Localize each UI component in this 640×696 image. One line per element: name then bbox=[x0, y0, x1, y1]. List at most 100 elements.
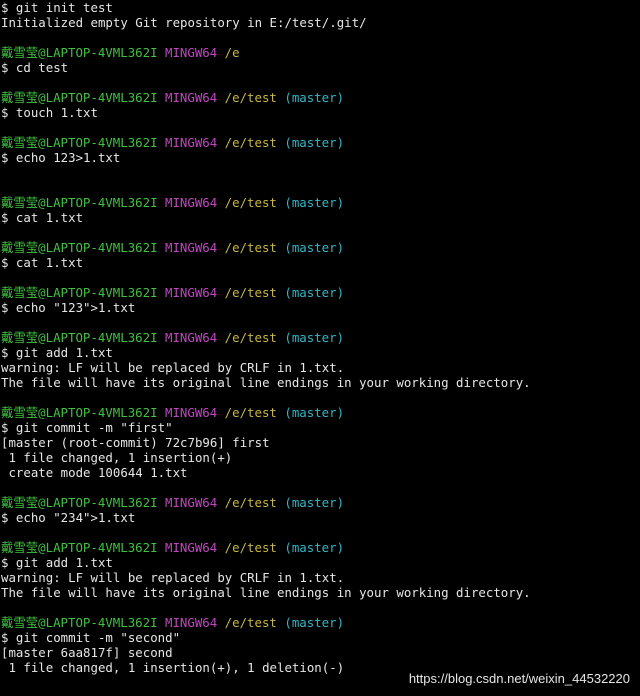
prompt-path: /e/test bbox=[217, 330, 277, 345]
command-line: $ git commit -m "first" bbox=[1, 420, 640, 435]
prompt-branch: (master) bbox=[276, 285, 345, 300]
prompt-line: 戴雪莹@LAPTOP-4VML362I MINGW64 /e bbox=[1, 45, 640, 60]
prompt-path: /e/test bbox=[217, 615, 277, 630]
prompt-shell: MINGW64 bbox=[157, 615, 218, 630]
prompt-shell: MINGW64 bbox=[157, 90, 218, 105]
prompt-branch: (master) bbox=[276, 135, 345, 150]
prompt-path: /e/test bbox=[217, 90, 277, 105]
prompt-path: /e/test bbox=[217, 495, 277, 510]
command-text: $ echo 123>1.txt bbox=[1, 150, 121, 165]
prompt-shell: MINGW64 bbox=[157, 330, 218, 345]
output-text: warning: LF will be replaced by CRLF in … bbox=[1, 570, 345, 585]
prompt-path: /e/test bbox=[217, 540, 277, 555]
prompt-shell: MINGW64 bbox=[157, 195, 218, 210]
prompt-line: 戴雪莹@LAPTOP-4VML362I MINGW64 /e/test (mas… bbox=[1, 540, 640, 555]
command-line: $ git add 1.txt bbox=[1, 345, 640, 360]
prompt-branch: (master) bbox=[276, 90, 345, 105]
output-line: Initialized empty Git repository in E:/t… bbox=[1, 15, 640, 30]
prompt-branch: (master) bbox=[276, 330, 345, 345]
prompt-user-host: 戴雪莹@LAPTOP-4VML362I bbox=[1, 330, 158, 345]
prompt-shell: MINGW64 bbox=[157, 405, 218, 420]
prompt-line: 戴雪莹@LAPTOP-4VML362I MINGW64 /e/test (mas… bbox=[1, 405, 640, 420]
prompt-branch: (master) bbox=[276, 540, 345, 555]
terminal-window[interactable]: $ git init test Initialized empty Git rep… bbox=[1, 0, 640, 696]
output-line: [master 6aa817f] second bbox=[1, 645, 640, 660]
prompt-path: /e/test bbox=[217, 240, 277, 255]
command-text: $ git add 1.txt bbox=[1, 345, 113, 360]
output-line: create mode 100644 1.txt bbox=[1, 465, 640, 480]
command-line: $ git add 1.txt bbox=[1, 555, 640, 570]
output-text: create mode 100644 1.txt bbox=[1, 465, 188, 480]
prompt-user-host: 戴雪莹@LAPTOP-4VML362I bbox=[1, 195, 158, 210]
prompt-path: /e/test bbox=[217, 405, 277, 420]
output-text: Initialized empty Git repository in E:/t… bbox=[1, 15, 367, 30]
prompt-shell: MINGW64 bbox=[157, 285, 218, 300]
command-text: $ git add 1.txt bbox=[1, 555, 113, 570]
prompt-line: 戴雪莹@LAPTOP-4VML362I MINGW64 /e/test (mas… bbox=[1, 285, 640, 300]
prompt-shell: MINGW64 bbox=[157, 240, 218, 255]
output-text: The file will have its original line end… bbox=[1, 585, 531, 600]
prompt-shell: MINGW64 bbox=[157, 45, 218, 60]
prompt-user-host: 戴雪莹@LAPTOP-4VML362I bbox=[1, 90, 158, 105]
command-line: $ echo "123">1.txt bbox=[1, 300, 640, 315]
output-text: 1 file changed, 1 insertion(+), 1 deleti… bbox=[1, 660, 345, 675]
prompt-branch: (master) bbox=[276, 240, 345, 255]
prompt-line: 戴雪莹@LAPTOP-4VML362I MINGW64 /e/test (mas… bbox=[1, 615, 640, 630]
prompt-branch: (master) bbox=[276, 405, 345, 420]
command-line: $ echo 123>1.txt bbox=[1, 150, 640, 165]
prompt-path: /e/test bbox=[217, 195, 277, 210]
output-line: warning: LF will be replaced by CRLF in … bbox=[1, 570, 640, 585]
command-line: $ cd test bbox=[1, 60, 640, 75]
command-text: $ cat 1.txt bbox=[1, 255, 84, 270]
command-text: $ echo "123">1.txt bbox=[1, 300, 136, 315]
prompt-line: 戴雪莹@LAPTOP-4VML362I MINGW64 /e/test (mas… bbox=[1, 330, 640, 345]
command-text: $ git commit -m "second" bbox=[1, 630, 181, 645]
prompt-line: 戴雪莹@LAPTOP-4VML362I MINGW64 /e/test (mas… bbox=[1, 90, 640, 105]
prompt-line: 戴雪莹@LAPTOP-4VML362I MINGW64 /e/test (mas… bbox=[1, 240, 640, 255]
command-text: $ cat 1.txt bbox=[1, 210, 84, 225]
prompt-line: 戴雪莹@LAPTOP-4VML362I MINGW64 /e/test (mas… bbox=[1, 495, 640, 510]
prompt-user-host: 戴雪莹@LAPTOP-4VML362I bbox=[1, 495, 158, 510]
prompt-shell: MINGW64 bbox=[157, 540, 218, 555]
prompt-shell: MINGW64 bbox=[157, 135, 218, 150]
output-text: The file will have its original line end… bbox=[1, 375, 531, 390]
prompt-path: /e/test bbox=[217, 285, 277, 300]
command-text: $ cd test bbox=[1, 60, 69, 75]
output-text: [master (root-commit) 72c7b96] first bbox=[1, 435, 270, 450]
prompt-user-host: 戴雪莹@LAPTOP-4VML362I bbox=[1, 615, 158, 630]
output-text: 1 file changed, 1 insertion(+) bbox=[1, 450, 233, 465]
command-line: $ echo "234">1.txt bbox=[1, 510, 640, 525]
prompt-user-host: 戴雪莹@LAPTOP-4VML362I bbox=[1, 405, 158, 420]
prompt-user-host: 戴雪莹@LAPTOP-4VML362I bbox=[1, 135, 158, 150]
prompt-user-host: 戴雪莹@LAPTOP-4VML362I bbox=[1, 540, 158, 555]
prompt-path: /e/test bbox=[217, 135, 277, 150]
command-line: $ cat 1.txt bbox=[1, 255, 640, 270]
command-text: $ git init test bbox=[1, 0, 113, 15]
command-line: $ git commit -m "second" bbox=[1, 630, 640, 645]
prompt-branch: (master) bbox=[276, 195, 345, 210]
prompt-user-host: 戴雪莹@LAPTOP-4VML362I bbox=[1, 285, 158, 300]
prompt-path: /e bbox=[217, 45, 240, 60]
command-text: $ touch 1.txt bbox=[1, 105, 98, 120]
command-text: $ git commit -m "first" bbox=[1, 420, 173, 435]
output-line: 1 file changed, 1 insertion(+) bbox=[1, 450, 640, 465]
output-text: warning: LF will be replaced by CRLF in … bbox=[1, 360, 345, 375]
output-line: The file will have its original line end… bbox=[1, 375, 640, 390]
prompt-branch: (master) bbox=[276, 495, 345, 510]
command-line: $ git init test bbox=[1, 0, 640, 15]
prompt-user-host: 戴雪莹@LAPTOP-4VML362I bbox=[1, 45, 158, 60]
csdn-watermark: https://blog.csdn.net/weixin_44532220 bbox=[408, 671, 630, 686]
output-line: warning: LF will be replaced by CRLF in … bbox=[1, 360, 640, 375]
prompt-branch: (master) bbox=[276, 615, 345, 630]
output-line: [master (root-commit) 72c7b96] first bbox=[1, 435, 640, 450]
